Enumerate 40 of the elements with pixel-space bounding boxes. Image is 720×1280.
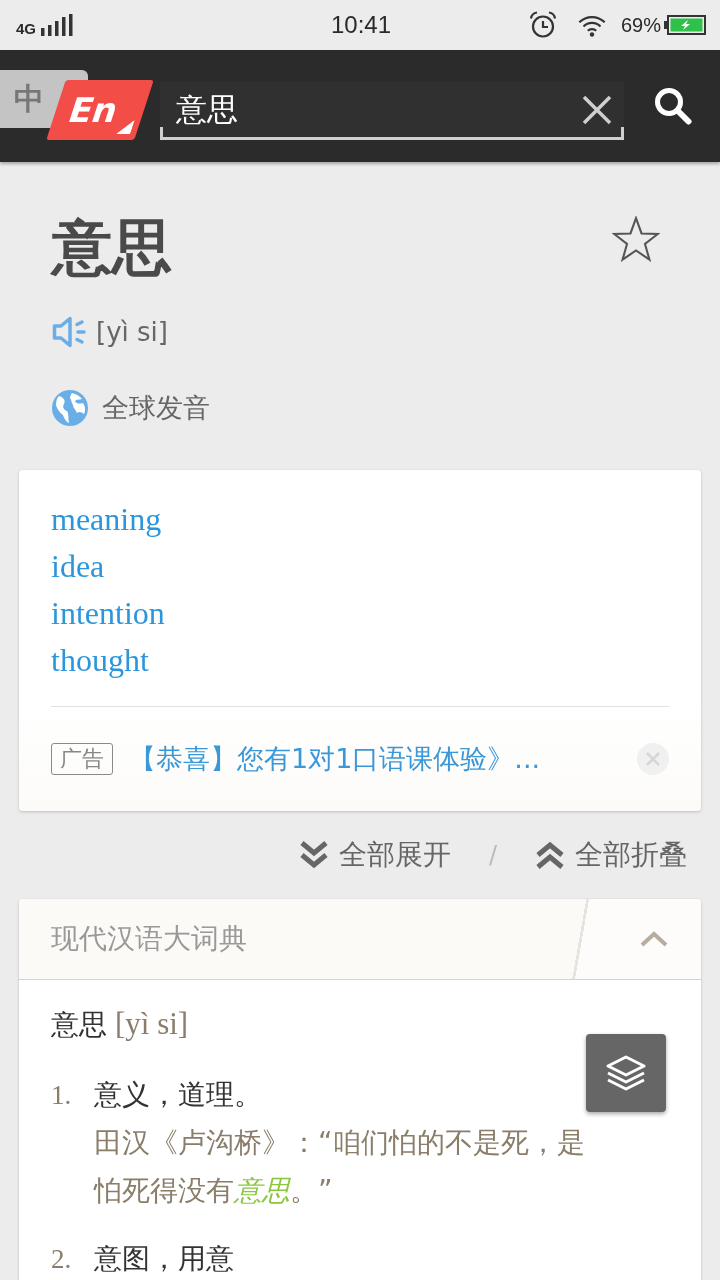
example-sentence: 田汉《卢沟桥》：“咱们怕的不是死，是怕死得没有意思。” <box>94 1125 586 1209</box>
sense-number: 1. <box>51 1079 72 1112</box>
meaning-text: idea <box>51 547 105 586</box>
definition-text: 意图，用意 <box>94 1241 234 1277</box>
signal-icon <box>41 14 75 36</box>
ad-label: 广告 <box>51 743 113 775</box>
double-chevron-up-icon <box>535 840 565 870</box>
sense-number: 2. <box>51 1243 72 1276</box>
separator-slash: / <box>488 841 497 869</box>
search-field[interactable]: 意思 <box>160 82 624 140</box>
clock-time: 10:41 <box>330 11 392 39</box>
star-icon[interactable] <box>612 216 660 262</box>
globe-icon <box>52 390 88 426</box>
meaning-text: meaning <box>51 500 162 539</box>
dictionary-header[interactable]: 现代汉语大词典 <box>19 899 701 980</box>
headword-title: 意思 <box>52 212 172 282</box>
entry-pinyin: [yì si] <box>115 1006 189 1041</box>
battery-percent: 69% <box>620 13 661 37</box>
alarm-icon <box>528 11 557 39</box>
wifi-icon <box>576 13 607 37</box>
double-chevron-down-icon <box>298 840 329 870</box>
clear-button[interactable] <box>582 95 612 125</box>
expand-all-button[interactable]: 全部展开 <box>298 836 451 874</box>
entry-headword: 意思 <box>51 1008 107 1041</box>
meaning-text: intention <box>51 594 165 633</box>
definition-text: 意义，道理。 <box>94 1077 262 1113</box>
layers-icon <box>604 1054 648 1092</box>
ad-link[interactable]: 【恭喜】您有1对1口语课体验》... <box>129 741 541 777</box>
pinyin-text: [yì si] <box>96 317 168 347</box>
global-pronunciation-button[interactable]: 全球发音 <box>52 388 210 428</box>
language-tab[interactable]: En <box>46 80 154 140</box>
search-icon[interactable] <box>654 87 692 125</box>
meaning-text: thought <box>51 641 149 680</box>
corner-triangle-icon <box>116 120 135 134</box>
layers-button[interactable] <box>586 1034 666 1112</box>
close-icon <box>582 95 612 125</box>
collapse-all-button[interactable]: 全部折叠 <box>535 836 687 874</box>
dictionary-title: 现代汉语大词典 <box>51 921 247 957</box>
network-type: 4G <box>16 20 36 37</box>
battery-icon <box>664 15 706 35</box>
